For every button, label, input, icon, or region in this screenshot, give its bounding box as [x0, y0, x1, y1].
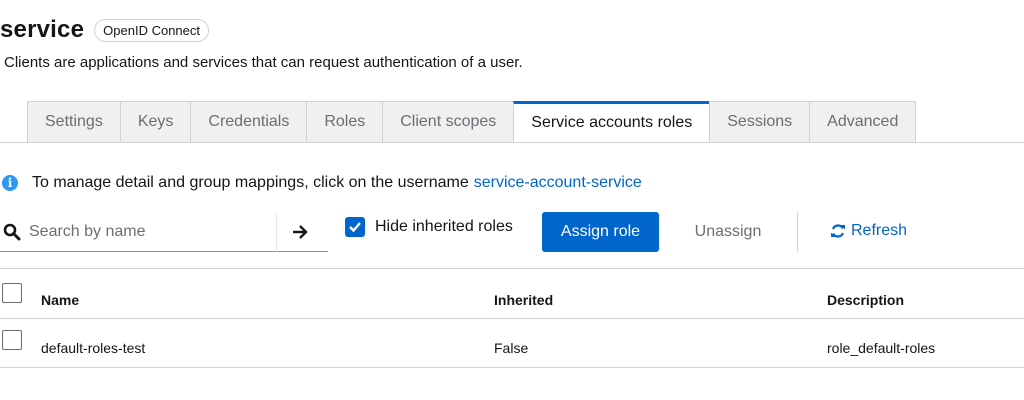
toolbar: Hide inherited roles Assign role Unassig… [0, 212, 1024, 252]
tab-advanced[interactable]: Advanced [809, 101, 917, 143]
tab-credentials[interactable]: Credentials [190, 101, 307, 143]
search-divider [276, 212, 277, 252]
role-description: role_default-roles [827, 340, 936, 356]
service-account-link[interactable]: service-account-service [474, 174, 642, 192]
hide-inherited-roles-toggle[interactable]: Hide inherited roles [345, 217, 513, 237]
info-icon: i [2, 175, 18, 191]
row-checkbox[interactable] [2, 330, 22, 350]
refresh-button[interactable]: Refresh [830, 222, 907, 240]
tab-bar: Settings Keys Credentials Roles Client s… [27, 101, 917, 143]
column-header-description: Description [827, 292, 905, 308]
page-title: service [0, 16, 85, 43]
refresh-label: Refresh [851, 222, 908, 239]
tab-keys[interactable]: Keys [119, 101, 191, 143]
tab-sessions[interactable]: Sessions [709, 101, 810, 143]
arrow-right-icon[interactable] [290, 222, 310, 242]
column-header-name[interactable]: Name [41, 292, 79, 308]
tab-client-scopes[interactable]: Client scopes [382, 101, 514, 143]
tab-service-accounts-roles[interactable]: Service accounts roles [513, 101, 710, 143]
search-box [0, 212, 328, 252]
hide-inherited-checkbox[interactable] [345, 217, 365, 237]
checkmark-icon [349, 222, 361, 233]
hide-inherited-label: Hide inherited roles [375, 218, 513, 235]
assign-role-button[interactable]: Assign role [542, 212, 659, 252]
toolbar-divider [797, 212, 798, 252]
refresh-icon [831, 224, 845, 238]
search-input[interactable] [29, 222, 269, 241]
tab-roles[interactable]: Roles [306, 101, 383, 143]
role-inherited: False [494, 340, 529, 356]
search-icon [3, 223, 21, 240]
title-row: service OpenID Connect [0, 16, 209, 44]
table-header: Name Inherited Description [0, 269, 1024, 319]
select-all-checkbox[interactable] [2, 283, 22, 303]
unassign-button[interactable]: Unassign [676, 212, 780, 252]
role-name: default-roles-test [41, 340, 146, 356]
table-row: default-roles-test False role_default-ro… [0, 320, 1024, 368]
column-header-inherited: Inherited [494, 292, 554, 308]
tabs-divider [0, 142, 1024, 143]
info-text: To manage detail and group mappings, cli… [32, 174, 469, 191]
page-subtitle: Clients are applications and services th… [4, 54, 523, 71]
protocol-badge: OpenID Connect [94, 18, 209, 42]
tab-settings[interactable]: Settings [27, 101, 120, 143]
info-alert: i To manage detail and group mappings, c… [0, 174, 642, 192]
